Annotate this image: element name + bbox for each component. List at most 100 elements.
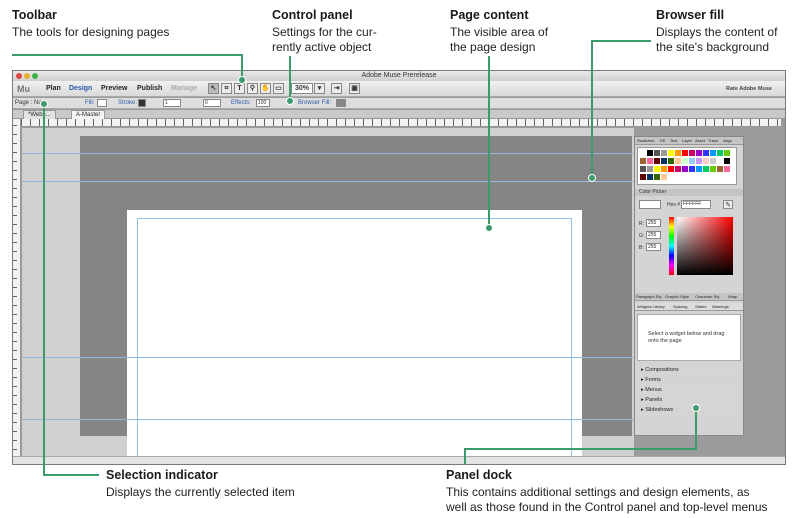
fill-label[interactable]: Fill:	[85, 100, 94, 106]
tab-trans[interactable]: Trans	[708, 138, 718, 143]
browser-fill-swatch[interactable]	[336, 99, 346, 107]
color-swatch[interactable]	[647, 166, 653, 172]
menu-plan[interactable]: Plan	[46, 85, 61, 92]
zoom-dropdown-icon[interactable]: ▾	[314, 83, 325, 94]
tab-spacing[interactable]: Spacing	[673, 304, 687, 309]
g-field[interactable]: 255	[646, 231, 661, 239]
opacity-field[interactable]: 100	[256, 99, 270, 107]
tab-swatches[interactable]: Swatches	[637, 138, 654, 143]
color-swatch[interactable]	[675, 150, 681, 156]
color-swatch[interactable]	[724, 150, 730, 156]
menu-preview[interactable]: Preview	[101, 85, 127, 92]
color-swatch[interactable]	[717, 166, 723, 172]
zoom-level-field[interactable]: 30%	[291, 83, 313, 94]
color-swatch[interactable]	[717, 150, 723, 156]
color-swatch[interactable]	[668, 158, 674, 164]
color-swatch[interactable]	[675, 158, 681, 164]
color-swatch[interactable]	[675, 166, 681, 172]
close-icon[interactable]	[16, 73, 22, 79]
color-swatch[interactable]	[703, 150, 709, 156]
color-swatch[interactable]	[689, 150, 695, 156]
color-swatch[interactable]	[654, 174, 660, 180]
menu-design[interactable]: Design	[69, 85, 92, 92]
crop-tool-icon[interactable]: ⌗	[221, 83, 232, 94]
minimize-icon[interactable]	[24, 73, 30, 79]
tab-layer[interactable]: Layer	[682, 138, 692, 143]
horizontal-scrollbar[interactable]	[13, 456, 785, 464]
tab-paragraph-styles[interactable]: Paragraph Sty	[636, 294, 662, 299]
widget-group-compositions[interactable]: ▸ Compositions	[637, 365, 741, 375]
browser-fill-label[interactable]: Browser Fill:	[298, 100, 331, 106]
tab-character-styles[interactable]: Character Sty	[695, 294, 719, 299]
color-swatch[interactable]	[724, 166, 730, 172]
view-options-icon[interactable]: ▣	[349, 83, 360, 94]
color-swatch[interactable]	[689, 166, 695, 172]
tab-graphic-styles[interactable]: Graphic Style	[665, 294, 689, 299]
color-swatch[interactable]	[668, 166, 674, 172]
color-swatch[interactable]	[661, 166, 667, 172]
tab-states[interactable]: States	[695, 304, 706, 309]
color-swatch[interactable]	[724, 158, 730, 164]
widget-group-menus[interactable]: ▸ Menus	[637, 385, 741, 395]
tab-website[interactable]: *Webs...	[23, 110, 56, 119]
zoom-tool-icon[interactable]: ⚲	[247, 83, 258, 94]
color-swatch[interactable]	[696, 166, 702, 172]
stroke-label[interactable]: Stroke:	[118, 100, 137, 106]
text-tool-icon[interactable]: T	[234, 83, 245, 94]
corner-radius-field[interactable]: 0	[203, 99, 221, 107]
tab-a-master[interactable]: A-Master	[71, 110, 106, 119]
color-swatch[interactable]	[682, 166, 688, 172]
color-swatch[interactable]	[710, 158, 716, 164]
color-swatch[interactable]	[654, 158, 660, 164]
effects-label[interactable]: Effects:	[231, 100, 251, 106]
color-swatch[interactable]	[710, 166, 716, 172]
saturation-field[interactable]	[677, 217, 733, 275]
page-content-area[interactable]	[127, 210, 582, 464]
stroke-swatch[interactable]	[138, 99, 146, 107]
menu-publish[interactable]: Publish	[137, 85, 162, 92]
menu-manage[interactable]: Manage	[171, 85, 197, 92]
color-swatch[interactable]	[703, 166, 709, 172]
design-canvas[interactable]	[22, 128, 634, 464]
color-swatch[interactable]	[654, 166, 660, 172]
tab-text[interactable]: Text	[670, 138, 677, 143]
color-swatch[interactable]	[640, 158, 646, 164]
color-swatch[interactable]	[682, 150, 688, 156]
color-swatch[interactable]	[640, 174, 646, 180]
b-field[interactable]: 255	[646, 243, 661, 251]
stroke-width-field[interactable]: 1	[163, 99, 181, 107]
tab-warnings[interactable]: Warnings	[712, 304, 729, 309]
tab-widgets-library[interactable]: Widgets Library	[637, 304, 665, 309]
color-swatch[interactable]	[647, 158, 653, 164]
color-swatch[interactable]	[647, 150, 653, 156]
color-swatch[interactable]	[696, 158, 702, 164]
preview-page-icon[interactable]: ⇥	[331, 83, 342, 94]
widget-group-forms[interactable]: ▸ Forms	[637, 375, 741, 385]
selection-tool-icon[interactable]: ↖	[208, 83, 219, 94]
hue-slider[interactable]	[669, 217, 674, 275]
hand-tool-icon[interactable]: ✋	[260, 83, 271, 94]
eyedropper-icon[interactable]: ✎	[723, 200, 733, 209]
color-swatch[interactable]	[668, 150, 674, 156]
rectangle-tool-icon[interactable]: ▭	[273, 83, 284, 94]
color-swatch[interactable]	[640, 150, 646, 156]
color-swatch[interactable]	[689, 158, 695, 164]
swatch-grid[interactable]	[637, 147, 737, 185]
widget-group-panels[interactable]: ▸ Panels	[637, 395, 741, 405]
color-swatch[interactable]	[661, 158, 667, 164]
tab-wrap[interactable]: Wrap	[728, 294, 737, 299]
color-swatch[interactable]	[682, 158, 688, 164]
tab-fill[interactable]: Fill	[660, 138, 665, 143]
color-swatch[interactable]	[661, 150, 667, 156]
color-swatch[interactable]	[654, 150, 660, 156]
r-field[interactable]: 255	[646, 219, 661, 227]
fill-swatch[interactable]	[97, 99, 107, 107]
color-picker-header[interactable]: Color Picker	[635, 189, 743, 196]
tab-asset[interactable]: Asset	[695, 138, 705, 143]
tab-align[interactable]: Align	[723, 138, 732, 143]
zoom-icon[interactable]	[32, 73, 38, 79]
color-swatch[interactable]	[640, 166, 646, 172]
widget-group-slideshows[interactable]: ▸ Slideshows	[637, 405, 741, 415]
rate-adobe-muse-link[interactable]: Rate Adobe Muse	[726, 86, 772, 92]
color-swatch[interactable]	[703, 158, 709, 164]
